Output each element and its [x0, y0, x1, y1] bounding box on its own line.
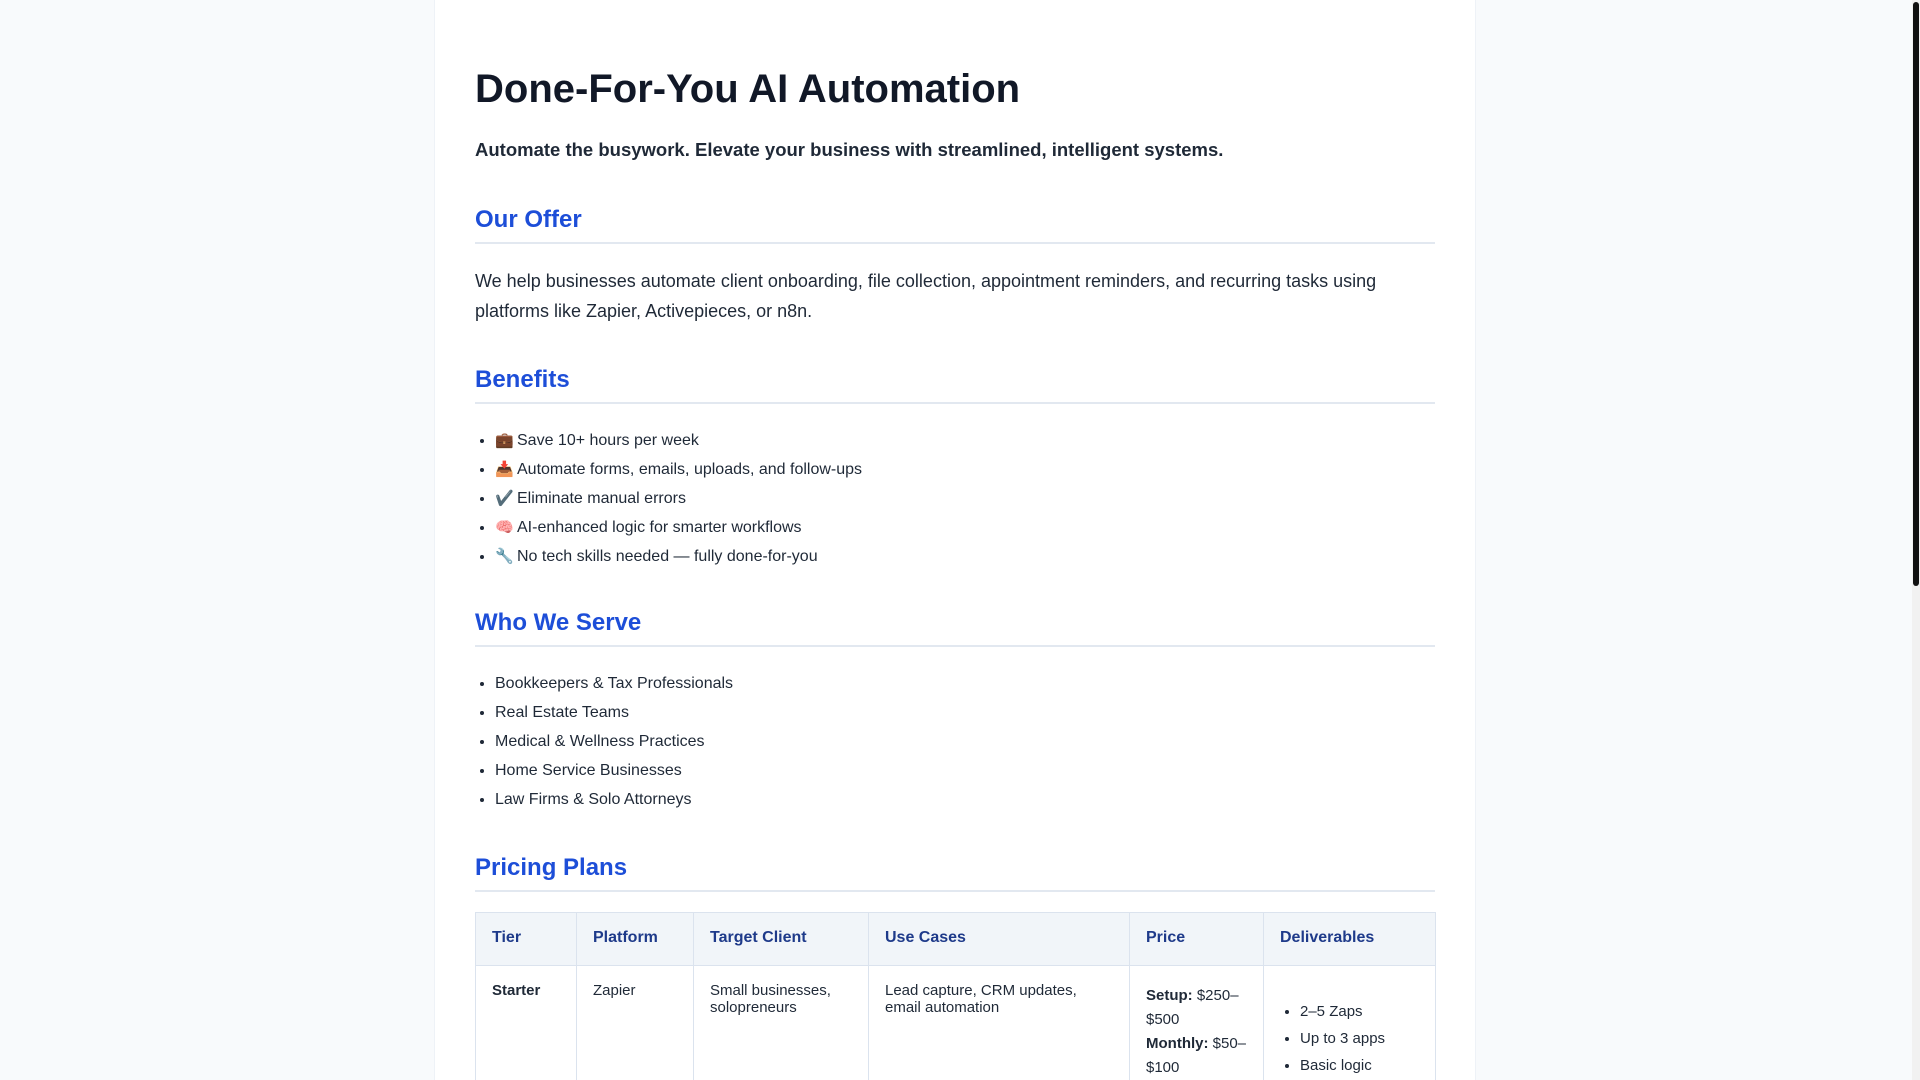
- column-header-price: Price: [1129, 912, 1264, 966]
- list-item: 📥Automate forms, emails, uploads, and fo…: [495, 455, 1435, 484]
- serve-heading: Who We Serve: [475, 607, 1435, 647]
- deliverables-list: 2–5 Zaps Up to 3 apps Basic logic (filte…: [1280, 998, 1419, 1080]
- wrench-icon: 🔧: [495, 548, 514, 565]
- benefits-list: 💼Save 10+ hours per week 📥Automate forms…: [475, 426, 1435, 571]
- list-item: 🔧No tech skills needed — fully done-for-…: [495, 542, 1435, 571]
- setup-label: Setup:: [1146, 987, 1193, 1004]
- offer-text: We help businesses automate client onboa…: [475, 271, 1377, 321]
- scrollbar[interactable]: [1912, 0, 1920, 1080]
- benefit-text: No tech skills needed — fully done-for-y…: [517, 548, 818, 565]
- deliverables-cell: 2–5 Zaps Up to 3 apps Basic logic (filte…: [1263, 965, 1436, 1080]
- table-header-row: Tier Platform Target Client Use Cases Pr…: [475, 912, 1436, 966]
- platform-cell: Zapier: [576, 965, 694, 1080]
- briefcase-icon: 💼: [495, 432, 514, 449]
- offer-heading: Our Offer: [475, 204, 1435, 244]
- column-header-tier: Tier: [475, 912, 577, 966]
- column-header-use-cases: Use Cases: [868, 912, 1130, 966]
- benefit-text: Automate forms, emails, uploads, and fol…: [517, 461, 863, 478]
- page-title: Done-For-You AI Automation: [475, 67, 1021, 111]
- list-item: Bookkeepers & Tax Professionals: [495, 669, 1435, 698]
- list-item: Home Service Businesses: [495, 756, 1435, 785]
- monthly-label: Monthly:: [1146, 1035, 1209, 1052]
- benefit-text: AI-enhanced logic for smarter workflows: [517, 519, 802, 536]
- list-item: 2–5 Zaps: [1300, 998, 1419, 1025]
- column-header-target-client: Target Client: [693, 912, 869, 966]
- document-content: Done-For-You AI Automation Automate the …: [475, 62, 1436, 1080]
- use-cases-cell: Lead capture, CRM updates, email automat…: [868, 965, 1130, 1080]
- serve-list: Bookkeepers & Tax Professionals Real Est…: [475, 669, 1435, 814]
- benefit-text: Save 10+ hours per week: [517, 432, 699, 449]
- list-item: Medical & Wellness Practices: [495, 727, 1435, 756]
- list-item: Law Firms & Solo Attorneys: [495, 785, 1435, 814]
- table-row: Starter Zapier Small businesses, solopre…: [475, 965, 1436, 1080]
- list-item: 💼Save 10+ hours per week: [495, 426, 1435, 455]
- benefit-text: Eliminate manual errors: [517, 490, 686, 507]
- list-item: Real Estate Teams: [495, 698, 1435, 727]
- pricing-table: Tier Platform Target Client Use Cases Pr…: [475, 912, 1436, 1080]
- list-item: ✔️Eliminate manual errors: [495, 484, 1435, 513]
- column-header-platform: Platform: [576, 912, 694, 966]
- inbox-tray-icon: 📥: [495, 461, 514, 478]
- list-item: Basic logic (filters, delays): [1300, 1052, 1419, 1080]
- scrollbar-thumb[interactable]: [1913, 2, 1919, 586]
- price-cell: Setup: $250–$500 Monthly: $50–$100: [1129, 965, 1264, 1080]
- column-header-deliverables: Deliverables: [1263, 912, 1436, 966]
- check-mark-icon: ✔️: [495, 490, 514, 507]
- pricing-heading: Pricing Plans: [475, 852, 1435, 892]
- target-client-cell: Small businesses, solopreneurs: [693, 965, 869, 1080]
- tagline: Automate the busywork. Elevate your busi…: [475, 139, 1224, 160]
- tier-cell: Starter: [475, 965, 577, 1080]
- document-card: Done-For-You AI Automation Automate the …: [435, 0, 1475, 1080]
- benefits-heading: Benefits: [475, 364, 1435, 404]
- list-item: Up to 3 apps: [1300, 1025, 1419, 1052]
- list-item: 🧠AI-enhanced logic for smarter workflows: [495, 513, 1435, 542]
- brain-icon: 🧠: [495, 519, 514, 536]
